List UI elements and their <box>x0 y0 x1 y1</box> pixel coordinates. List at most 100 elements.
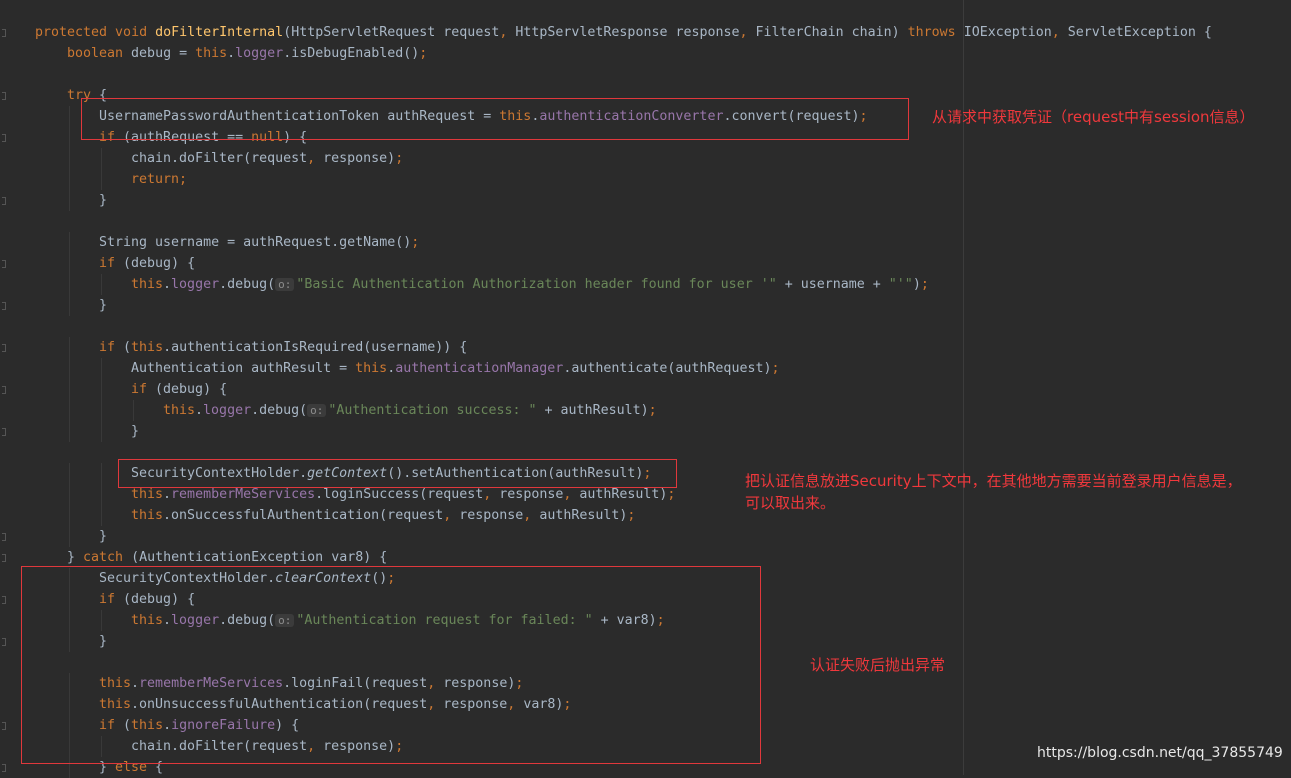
fold-marker-icon[interactable] <box>2 722 6 730</box>
code-line[interactable]: String username = authRequest.getName(); <box>99 232 419 253</box>
fold-marker-icon[interactable] <box>2 428 6 436</box>
code-token: catch <box>83 550 132 565</box>
code-token: response <box>459 508 524 523</box>
code-token: chain.doFilter(request <box>131 151 308 166</box>
code-token: authenticationManager <box>395 361 564 376</box>
indent-guide <box>101 358 102 379</box>
code-token: logger <box>235 46 284 61</box>
fold-marker-icon[interactable] <box>2 533 6 541</box>
code-token: (AuthenticationException var8) { <box>131 550 388 565</box>
code-line[interactable]: this.logger.debug(o: "Authentication succ… <box>163 400 657 421</box>
code-token: , <box>523 508 540 523</box>
code-line[interactable]: if (this.authenticationIsRequired(userna… <box>99 337 467 358</box>
indent-guide <box>101 169 102 190</box>
code-line[interactable]: } <box>99 190 107 211</box>
code-token: boolean <box>67 46 132 61</box>
indent-guide <box>69 295 70 316</box>
code-line[interactable]: if (debug) { <box>131 379 227 400</box>
code-token: this <box>131 508 164 523</box>
code-token: if <box>99 340 124 355</box>
code-token: throws <box>907 25 964 40</box>
code-token: (HttpServletRequest request <box>283 25 500 40</box>
indent-guide <box>69 379 70 400</box>
code-token: return; <box>131 172 188 187</box>
indent-guide <box>101 463 102 484</box>
fold-marker-icon[interactable] <box>2 29 6 37</box>
code-token: ; <box>627 508 636 523</box>
fold-marker-icon[interactable] <box>2 386 6 394</box>
fold-marker-icon[interactable] <box>2 197 6 205</box>
code-token: Authentication authResult = <box>131 361 356 376</box>
annotation-credentials: 从请求中获取凭证（request中有session信息） <box>932 108 1255 126</box>
indent-guide <box>69 400 70 421</box>
code-token: ; <box>419 46 428 61</box>
fold-marker-icon[interactable] <box>2 638 6 646</box>
code-token: .authenticationIsRequired(username)) { <box>163 340 468 355</box>
indent-guide <box>101 274 102 295</box>
code-token: . <box>163 277 172 292</box>
highlight-box-convert <box>81 98 909 140</box>
indent-guide <box>101 484 102 505</box>
code-token: response <box>499 487 564 502</box>
code-token: "Authentication success: " <box>328 403 537 418</box>
code-line[interactable]: return; <box>131 169 187 190</box>
code-token: "Basic Authentication Authorization head… <box>296 277 777 292</box>
indent-guide <box>101 379 102 400</box>
fold-marker-icon[interactable] <box>2 764 6 772</box>
code-line[interactable]: Authentication authResult = this.authent… <box>131 358 779 379</box>
code-line[interactable]: chain.doFilter(request, response); <box>131 148 403 169</box>
code-line[interactable]: } catch (AuthenticationException var8) { <box>67 547 387 568</box>
code-line[interactable]: protected void doFilterInternal(HttpServ… <box>35 22 1212 43</box>
code-token: (debug) { <box>123 256 196 271</box>
fold-marker-icon[interactable] <box>2 596 6 604</box>
watermark: https://blog.csdn.net/qq_37855749 <box>1037 745 1283 761</box>
code-token: (debug) { <box>155 382 228 397</box>
code-line[interactable]: boolean debug = this.logger.isDebugEnabl… <box>67 43 427 64</box>
code-token: , <box>307 151 324 166</box>
fold-marker-icon[interactable] <box>2 302 6 310</box>
indent-guide <box>69 526 70 547</box>
code-token: ; <box>395 151 404 166</box>
indent-guide <box>69 190 70 211</box>
code-token: ; <box>667 487 676 502</box>
code-line[interactable]: if (debug) { <box>99 253 195 274</box>
code-line[interactable]: } <box>131 421 139 442</box>
code-line[interactable]: } <box>99 295 107 316</box>
code-token: } <box>99 529 108 544</box>
indent-guide <box>101 421 102 442</box>
fold-marker-icon[interactable] <box>2 92 6 100</box>
code-token: doFilterInternal <box>155 25 284 40</box>
annotation-failure: 认证失败后抛出异常 <box>810 656 946 674</box>
highlight-box-catch-block <box>21 566 761 764</box>
code-token: logger <box>203 403 252 418</box>
indent-guide <box>69 253 70 274</box>
fold-marker-icon[interactable] <box>2 554 6 562</box>
fold-marker-icon[interactable] <box>2 260 6 268</box>
fold-marker-icon[interactable] <box>2 134 6 142</box>
indent-guide <box>69 169 70 190</box>
code-token: ServletException { <box>1067 25 1212 40</box>
indent-guide <box>133 400 134 421</box>
code-token: authResult) <box>579 487 668 502</box>
code-token: IOException <box>963 25 1052 40</box>
code-token: } <box>99 298 108 313</box>
code-token: , <box>1051 25 1068 40</box>
code-line[interactable]: this.onSuccessfulAuthentication(request,… <box>131 505 635 526</box>
indent-guide <box>69 463 70 484</box>
code-token: . <box>195 403 204 418</box>
fold-marker-icon[interactable] <box>2 344 6 352</box>
code-editor[interactable]: protected void doFilterInternal(HttpServ… <box>0 0 1291 778</box>
code-token: this <box>163 403 196 418</box>
code-line[interactable]: this.logger.debug(o: "Basic Authenticatio… <box>131 274 929 295</box>
code-token: . <box>227 46 236 61</box>
indent-guide <box>69 505 70 526</box>
code-token: .onSuccessfulAuthentication(request <box>163 508 444 523</box>
code-line[interactable]: } <box>99 526 107 547</box>
code-token: .debug( <box>251 403 308 418</box>
code-token: response) <box>323 151 396 166</box>
code-token: } <box>67 550 84 565</box>
highlight-box-set-authentication <box>118 459 677 488</box>
code-token: HttpServletResponse response <box>515 25 740 40</box>
code-token: . <box>387 361 396 376</box>
code-token: FilterChain chain) <box>755 25 908 40</box>
